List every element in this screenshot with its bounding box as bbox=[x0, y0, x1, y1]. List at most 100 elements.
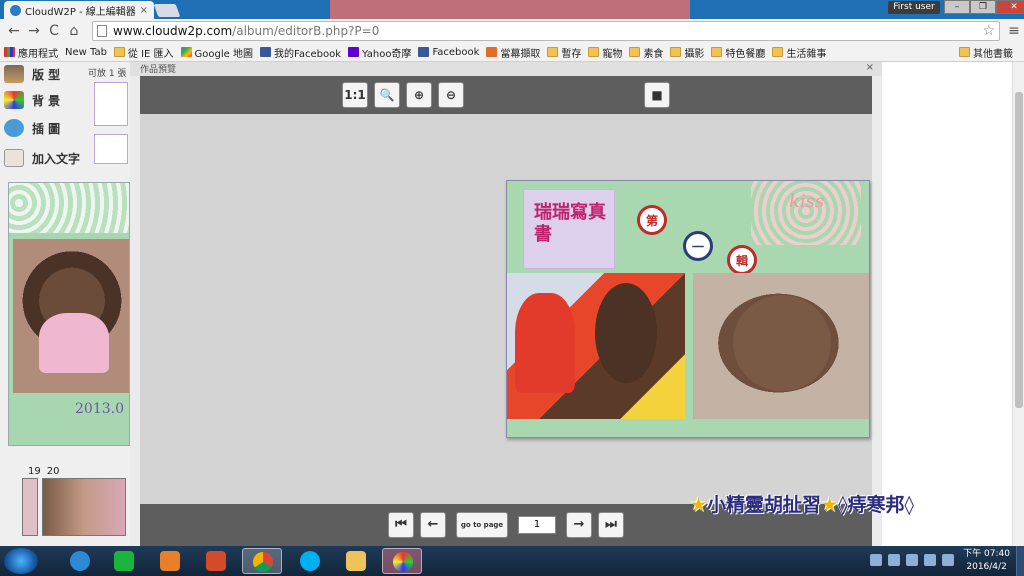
last-page-icon[interactable]: ⏭ bbox=[598, 512, 624, 538]
zoom-in-icon[interactable]: ⊕ bbox=[406, 82, 432, 108]
scrollbar-thumb[interactable] bbox=[1015, 92, 1023, 408]
lace-decoration bbox=[9, 183, 129, 233]
new-tab-button[interactable] bbox=[153, 4, 181, 17]
tool-label: 插 圖 bbox=[32, 121, 61, 136]
line-icon bbox=[114, 551, 134, 571]
watermark-text: 小精靈胡扯習 bbox=[707, 494, 822, 516]
home-icon[interactable]: ⌂ bbox=[64, 21, 84, 41]
bookmark-label: 當幕擷取 bbox=[500, 48, 541, 60]
photo-poodle-on-rocking-horse[interactable] bbox=[507, 273, 685, 419]
bookmark-item[interactable]: 當幕擷取 bbox=[486, 45, 540, 60]
system-clock[interactable]: 下午 07:40 2016/4/2 bbox=[963, 548, 1010, 574]
bookmark-item[interactable]: 從 IE 匯入 bbox=[113, 45, 174, 60]
illustration-preview-frame[interactable] bbox=[94, 134, 128, 164]
tool-label: 加入文字 bbox=[32, 151, 81, 166]
album-page[interactable]: kiss 瑞瑞寫真書 第 一 輯 bbox=[506, 180, 870, 438]
browser-tab-active[interactable]: CloudW2P - 線上編輯器 × bbox=[4, 1, 154, 19]
google-maps-icon bbox=[180, 47, 192, 57]
tray-icon[interactable] bbox=[924, 554, 936, 566]
titlebar-background bbox=[330, 0, 690, 19]
bookmark-item[interactable]: Google 地圖 bbox=[180, 45, 253, 60]
folder-icon bbox=[670, 47, 682, 57]
tray-icon[interactable] bbox=[906, 554, 918, 566]
photo-poodle-closeup[interactable] bbox=[693, 273, 869, 419]
page-thumbnail[interactable] bbox=[22, 478, 38, 536]
back-arrow-icon[interactable]: ← bbox=[4, 21, 24, 41]
taskbar-app-paint[interactable] bbox=[382, 548, 422, 574]
bookmark-item[interactable]: 暫存 bbox=[547, 45, 581, 60]
photo-app-icon bbox=[206, 551, 226, 571]
taskbar-app-photos[interactable] bbox=[196, 548, 236, 574]
folder-icon bbox=[629, 47, 641, 57]
bookmark-item[interactable]: 生活雜事 bbox=[772, 45, 826, 60]
layout-preview-frame[interactable] bbox=[94, 82, 128, 126]
apple-badge-1: 第 bbox=[637, 205, 667, 235]
current-page-template-thumbnail[interactable]: 2013.0 bbox=[8, 182, 130, 446]
bookmark-item[interactable]: 素食 bbox=[629, 45, 663, 60]
taskbar-app-chrome[interactable] bbox=[242, 548, 282, 574]
reload-icon[interactable]: C bbox=[44, 21, 64, 41]
browser-menu-icon[interactable]: ≡ bbox=[1006, 21, 1022, 41]
bookmark-label: 暫存 bbox=[561, 48, 582, 60]
bookmark-item[interactable]: 應用程式 bbox=[4, 45, 58, 60]
restore-button[interactable]: ❐ bbox=[970, 0, 996, 14]
other-bookmarks[interactable]: 其他書籤 bbox=[959, 45, 1013, 60]
show-desktop-button[interactable] bbox=[1016, 546, 1024, 576]
bookmark-item[interactable]: Facebook bbox=[418, 47, 479, 58]
chrome-icon bbox=[253, 552, 273, 572]
page-scrollbar[interactable] bbox=[1012, 62, 1024, 546]
tool-layout[interactable]: 版 型 bbox=[4, 62, 60, 86]
page-right-margin bbox=[882, 62, 1012, 546]
taskbar-app-ie[interactable] bbox=[60, 548, 100, 574]
page-thumbnail[interactable] bbox=[42, 478, 126, 536]
tool-background[interactable]: 背 景 bbox=[4, 88, 60, 112]
taskbar-app-explorer[interactable] bbox=[336, 548, 376, 574]
previous-page-icon[interactable]: ← bbox=[420, 512, 446, 538]
tool-add-text[interactable]: 加入文字 bbox=[4, 146, 80, 170]
minimize-button[interactable]: – bbox=[944, 0, 970, 14]
tray-icon[interactable] bbox=[888, 554, 900, 566]
background-palette-icon bbox=[4, 91, 24, 109]
next-page-icon[interactable]: → bbox=[566, 512, 592, 538]
actual-size-button[interactable]: 1:1 bbox=[342, 82, 368, 108]
bookmark-item[interactable]: 特色餐廳 bbox=[711, 45, 765, 60]
bookmark-item[interactable]: 攝影 bbox=[670, 45, 704, 60]
tab-close-icon[interactable]: × bbox=[140, 5, 148, 16]
stop-icon[interactable]: ■ bbox=[644, 82, 670, 108]
bookmark-label: 素食 bbox=[643, 48, 664, 60]
tray-icon[interactable] bbox=[942, 554, 954, 566]
folder-icon bbox=[547, 47, 559, 57]
kiss-decoration-text: kiss bbox=[789, 191, 825, 212]
forward-arrow-icon[interactable]: → bbox=[24, 21, 44, 41]
page-number-input[interactable]: 1 bbox=[518, 516, 556, 534]
address-bar[interactable]: www.cloudw2p.com/album/editorB.php?P=0 ☆ bbox=[92, 21, 1000, 41]
start-button[interactable] bbox=[4, 548, 38, 574]
album-preview-panel: 作品預覽 × 1:1 🔍 ⊕ ⊖ ■ kiss 瑞瑞寫真書 第 一 輯 ⏮ ← … bbox=[130, 62, 882, 546]
taskbar-app-skype[interactable] bbox=[290, 548, 330, 574]
tray-icon[interactable] bbox=[870, 554, 882, 566]
star-icon: ★ bbox=[821, 494, 839, 516]
zoom-out-icon[interactable]: ⊖ bbox=[438, 82, 464, 108]
taskbar-app-line[interactable] bbox=[104, 548, 144, 574]
album-title-box: 瑞瑞寫真書 bbox=[523, 189, 615, 269]
badge-2: 一 bbox=[683, 231, 713, 261]
close-window-button[interactable]: ✕ bbox=[996, 0, 1024, 14]
page-thumbnail-strip bbox=[22, 478, 130, 536]
bookmark-star-icon[interactable]: ☆ bbox=[982, 23, 995, 39]
bookmark-item[interactable]: 我的Facebook bbox=[260, 45, 341, 60]
page-info-icon[interactable] bbox=[97, 25, 107, 37]
go-to-page-button[interactable]: go to page bbox=[456, 512, 508, 538]
site-favicon-icon bbox=[10, 4, 21, 16]
poodle bbox=[595, 283, 657, 383]
bookmark-item[interactable]: 寵物 bbox=[588, 45, 622, 60]
bookmark-item[interactable]: Yahoo奇摩 bbox=[348, 45, 411, 60]
magnifier-icon[interactable]: 🔍 bbox=[374, 82, 400, 108]
profile-user-button[interactable]: First user bbox=[888, 1, 940, 14]
preview-close-icon[interactable]: × bbox=[866, 62, 874, 73]
taskbar-app-media[interactable] bbox=[150, 548, 190, 574]
first-page-icon[interactable]: ⏮ bbox=[388, 512, 414, 538]
url-path: /album/editorB.php?P=0 bbox=[232, 24, 380, 38]
tab-title: CloudW2P - 線上編輯器 bbox=[25, 6, 136, 18]
tool-illustration[interactable]: 插 圖 bbox=[4, 116, 60, 140]
bookmark-item[interactable]: New Tab bbox=[0, 47, 107, 115]
